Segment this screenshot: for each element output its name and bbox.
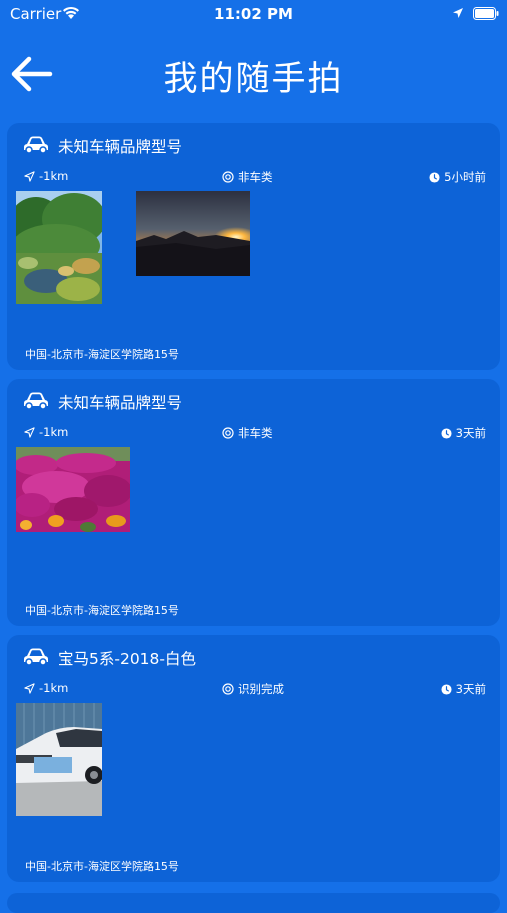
target-icon	[222, 171, 234, 183]
status-bar: Carrier 11:02 PM	[0, 0, 507, 28]
target-icon	[222, 683, 234, 695]
sunset-photo	[136, 191, 250, 276]
time-info: 3天前	[441, 425, 486, 441]
clock-icon	[441, 427, 452, 439]
navigation-icon	[24, 170, 35, 182]
car-icon	[24, 648, 48, 666]
classification-info: 非车类	[222, 425, 273, 441]
time-text: 5小时前	[444, 170, 486, 184]
photo-thumbnail[interactable]	[16, 191, 102, 304]
car-icon	[24, 392, 48, 410]
classification-text: 非车类	[238, 426, 273, 440]
clock-icon	[441, 683, 452, 695]
navigation-bar: 我的随手拍	[0, 40, 507, 108]
classification-text: 非车类	[238, 170, 273, 184]
address-text: 中国-北京市-海淀区学院路15号	[25, 860, 179, 873]
distance-text: -1km	[39, 425, 69, 439]
photo-thumbnail[interactable]	[16, 447, 130, 532]
photo-record-card-partial[interactable]	[7, 893, 500, 913]
clock-icon	[429, 171, 440, 183]
time-info: 3天前	[441, 681, 486, 697]
vehicle-title: 宝马5系-2018-白色	[58, 650, 196, 668]
photo-thumbnail[interactable]	[136, 191, 250, 276]
classification-text: 识别完成	[238, 682, 284, 696]
distance-info: -1km	[24, 169, 68, 183]
navigation-icon	[24, 426, 35, 438]
distance-text: -1km	[39, 681, 69, 695]
flowers-photo	[16, 447, 130, 532]
classification-info: 非车类	[222, 169, 273, 185]
clock-time: 11:02 PM	[214, 5, 293, 23]
navigation-icon	[24, 682, 35, 694]
time-text: 3天前	[455, 682, 486, 696]
time-text: 3天前	[455, 426, 486, 440]
photo-thumbnail[interactable]	[16, 703, 102, 816]
car-icon	[24, 136, 48, 154]
photo-record-card[interactable]: 未知车辆品牌型号 -1km 非车类 3天前 中国-北京市-海淀区学院路15号	[7, 379, 500, 626]
address-text: 中国-北京市-海淀区学院路15号	[25, 348, 179, 361]
garden-photo	[16, 191, 102, 304]
distance-info: -1km	[24, 425, 68, 439]
classification-info: 识别完成	[222, 681, 284, 697]
time-info: 5小时前	[429, 169, 486, 185]
target-icon	[222, 427, 234, 439]
location-arrow-icon	[453, 8, 463, 18]
car-photo	[16, 703, 102, 816]
distance-info: -1km	[24, 681, 68, 695]
photo-record-card[interactable]: 宝马5系-2018-白色 -1km 识别完成 3天前 中国-北京市-海淀区学院路…	[7, 635, 500, 882]
address-text: 中国-北京市-海淀区学院路15号	[25, 604, 179, 617]
vehicle-title: 未知车辆品牌型号	[58, 394, 183, 412]
page-title: 我的随手拍	[163, 59, 344, 99]
distance-text: -1km	[39, 169, 69, 183]
photo-record-card[interactable]: 未知车辆品牌型号 -1km 非车类 5小时前 中国-北京市-海淀区学院路15号	[7, 123, 500, 370]
vehicle-title: 未知车辆品牌型号	[58, 138, 183, 156]
battery-icon	[473, 7, 499, 20]
